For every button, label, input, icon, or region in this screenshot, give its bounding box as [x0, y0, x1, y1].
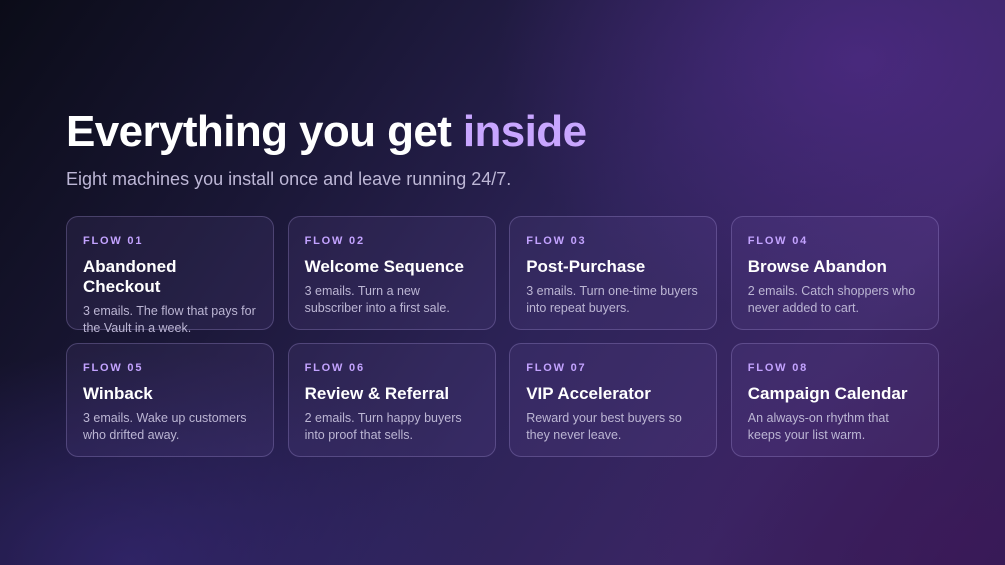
flow-description: 3 emails. Wake up customers who drifted …	[83, 411, 247, 442]
flow-title: Abandoned Checkout	[83, 257, 177, 296]
flow-title: VIP Accelerator	[526, 384, 651, 403]
flow-card-03: FLOW 03 Post-Purchase 3 emails. Turn one…	[509, 216, 718, 330]
flow-card-07: FLOW 07 VIP Accelerator Reward your best…	[509, 343, 718, 457]
page-subtitle: Eight machines you install once and leav…	[66, 169, 512, 189]
flow-description: Reward your best buyers so they never le…	[526, 411, 682, 442]
flow-title: Browse Abandon	[747, 257, 887, 276]
headline-accent: inside	[462, 107, 587, 156]
flow-label: FLOW 04	[747, 235, 809, 247]
flow-description: 2 emails. Catch shoppers who never added…	[747, 284, 916, 315]
flow-title: Welcome Sequence	[304, 257, 464, 276]
headline-main: Everything you get	[66, 107, 463, 156]
flow-description: 3 emails. The flow that pays for the Vau…	[83, 304, 256, 335]
flow-description: 3 emails. Turn one-time buyers into repe…	[526, 284, 698, 315]
flow-label: FLOW 05	[83, 362, 144, 374]
flow-label: FLOW 08	[747, 362, 809, 374]
flow-title: Campaign Calendar	[747, 384, 908, 403]
flow-description: 3 emails. Turn a new subscriber into a f…	[304, 284, 450, 315]
flow-label: FLOW 02	[304, 235, 365, 247]
flow-label: FLOW 03	[526, 235, 587, 247]
flow-card-01: FLOW 01 Abandoned Checkout 3 emails. The…	[66, 216, 274, 335]
flow-description: An always-on rhythm that keeps your list…	[747, 411, 889, 442]
flow-grid: FLOW 01 Abandoned Checkout 3 emails. The…	[66, 216, 939, 457]
flow-label: FLOW 01	[83, 235, 144, 247]
flow-card-05: FLOW 05 Winback 3 emails. Wake up custom…	[66, 343, 274, 457]
flow-label: FLOW 06	[304, 362, 365, 374]
flow-card-02: FLOW 02 Welcome Sequence 3 emails. Turn …	[287, 216, 496, 330]
page-title: Everything you get inside	[66, 108, 946, 156]
hero-section: Everything you get inside Eight machines…	[66, 108, 946, 191]
flow-card-04: FLOW 04 Browse Abandon 2 emails. Catch s…	[730, 216, 939, 330]
flow-title: Post-Purchase	[526, 257, 646, 276]
flow-title: Review & Referral	[304, 384, 450, 403]
flow-description: 2 emails. Turn happy buyers into proof t…	[304, 411, 462, 442]
flow-card-06: FLOW 06 Review & Referral 2 emails. Turn…	[287, 343, 496, 457]
flow-label: FLOW 07	[526, 362, 587, 374]
flow-title: Winback	[83, 384, 153, 403]
flow-card-08: FLOW 08 Campaign Calendar An always-on r…	[730, 343, 939, 457]
